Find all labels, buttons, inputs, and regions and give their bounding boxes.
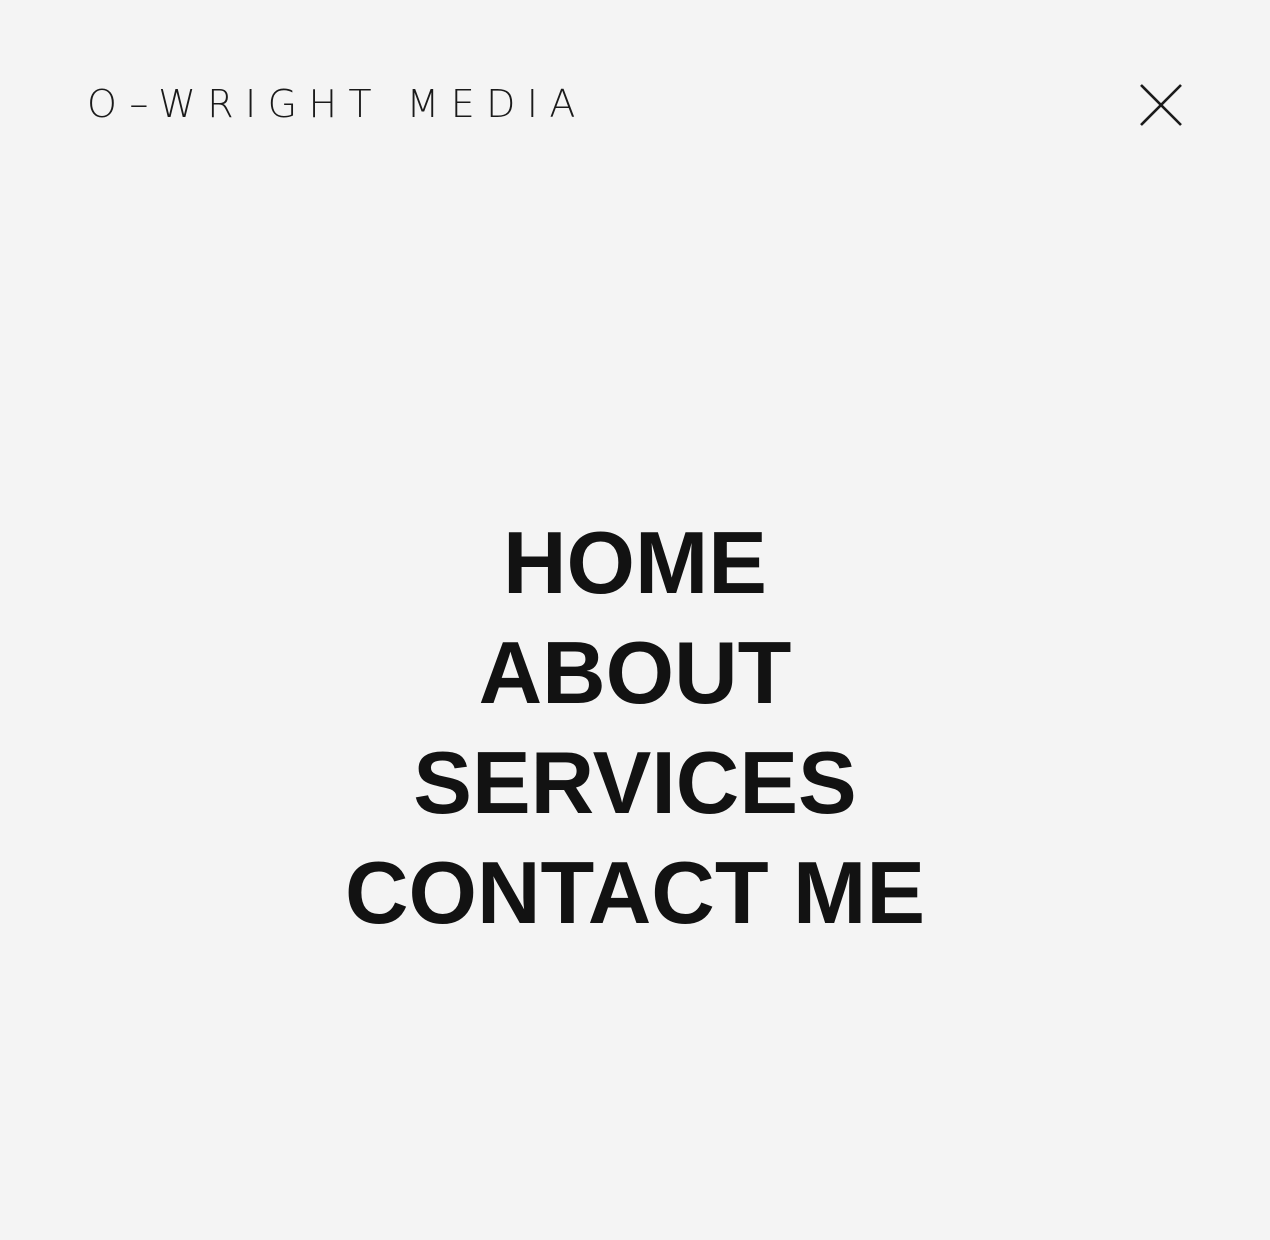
nav-item-services[interactable]: SERVICES [413,728,856,838]
site-logo[interactable]: O–WRIGHT MEDIA [87,80,587,128]
site-header: O–WRIGHT MEDIA [0,0,1270,200]
close-icon [1140,84,1182,126]
nav-item-about[interactable]: ABOUT [479,618,792,728]
close-menu-button[interactable] [1133,77,1189,133]
nav-item-contact-me[interactable]: CONTACT ME [345,838,925,948]
main-menu: HOME ABOUT SERVICES CONTACT ME [0,508,1270,948]
nav-item-home[interactable]: HOME [503,508,767,618]
